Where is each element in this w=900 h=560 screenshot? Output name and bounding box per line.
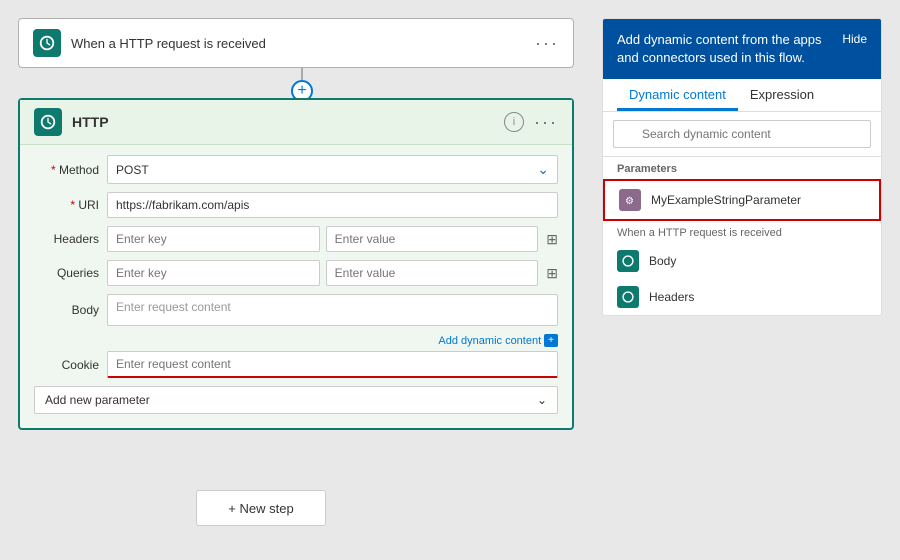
- parameter-item-myexample[interactable]: ⚙ MyExampleStringParameter: [603, 179, 881, 221]
- connector-line-top: [301, 68, 303, 80]
- queries-label: Queries: [34, 266, 99, 280]
- method-select[interactable]: POST ⌄: [107, 155, 558, 184]
- uri-label: URI: [34, 198, 99, 212]
- tab-dynamic-content-label: Dynamic content: [629, 87, 726, 102]
- queries-table-icon[interactable]: ⊞: [546, 265, 558, 282]
- headers-row: Headers ⊞: [34, 226, 558, 252]
- parameter-item-icon: ⚙: [619, 189, 641, 211]
- add-dynamic-row: Add dynamic content +: [34, 334, 558, 347]
- method-chevron-icon: ⌄: [537, 161, 549, 178]
- trigger-block: When a HTTP request is received ···: [18, 18, 574, 68]
- trigger-icon: [33, 29, 61, 57]
- body-label: Body: [34, 303, 99, 317]
- dynamic-badge: +: [544, 334, 558, 347]
- panel-body-label: Body: [649, 254, 676, 268]
- panel-header: Add dynamic content from the apps and co…: [603, 19, 881, 79]
- panel-body-item[interactable]: Body: [603, 243, 881, 279]
- tab-expression[interactable]: Expression: [738, 79, 826, 111]
- http-title: HTTP: [72, 114, 494, 130]
- queries-inputs: [107, 260, 538, 286]
- headers-inputs: [107, 226, 538, 252]
- queries-key-input[interactable]: [107, 260, 320, 286]
- svg-text:⚙: ⚙: [625, 196, 634, 207]
- uri-input[interactable]: [107, 192, 558, 218]
- parameters-section-label: Parameters: [603, 157, 881, 179]
- add-dynamic-button[interactable]: Add dynamic content +: [438, 334, 558, 347]
- cookie-label: Cookie: [34, 358, 99, 372]
- method-row: Method POST ⌄: [34, 155, 558, 184]
- http-more-button[interactable]: ···: [534, 112, 558, 133]
- add-param-row: Add new parameter ⌄: [34, 386, 558, 414]
- tab-dynamic-content[interactable]: Dynamic content: [617, 79, 738, 111]
- trigger-more-button[interactable]: ···: [535, 33, 559, 54]
- search-input[interactable]: [613, 120, 871, 148]
- http-block: HTTP i ··· Method POST ⌄ URI Headers: [18, 98, 574, 430]
- panel-tabs: Dynamic content Expression: [603, 79, 881, 112]
- headers-key-input[interactable]: [107, 226, 320, 252]
- tab-expression-label: Expression: [750, 87, 814, 102]
- add-dynamic-label: Add dynamic content: [438, 335, 541, 347]
- add-param-label: Add new parameter: [45, 393, 150, 407]
- http-header: HTTP i ···: [20, 100, 572, 145]
- uri-row: URI: [34, 192, 558, 218]
- headers-value-input[interactable]: [326, 226, 539, 252]
- panel-search-area: 🔍: [603, 112, 881, 157]
- panel-body-icon: [617, 250, 639, 272]
- panel-header-text: Add dynamic content from the apps and co…: [617, 31, 834, 67]
- body-row: Body Enter request content: [34, 294, 558, 326]
- headers-table-icon[interactable]: ⊞: [546, 231, 558, 248]
- panel-headers-label: Headers: [649, 290, 694, 304]
- http-icon: [34, 108, 62, 136]
- queries-value-input[interactable]: [326, 260, 539, 286]
- cookie-input[interactable]: [107, 351, 558, 378]
- dynamic-content-panel: Add dynamic content from the apps and co…: [602, 18, 882, 316]
- method-label: Method: [34, 163, 99, 177]
- cookie-row: Cookie: [34, 351, 558, 378]
- body-input[interactable]: Enter request content: [107, 294, 558, 326]
- http-trigger-section-label: When a HTTP request is received: [603, 221, 881, 243]
- http-form-body: Method POST ⌄ URI Headers ⊞: [20, 145, 572, 428]
- http-info-button[interactable]: i: [504, 112, 524, 132]
- method-value: POST: [116, 163, 149, 177]
- add-param-chevron-icon: ⌄: [537, 393, 547, 407]
- panel-hide-button[interactable]: Hide: [842, 31, 867, 46]
- panel-headers-item[interactable]: Headers: [603, 279, 881, 315]
- parameter-item-label: MyExampleStringParameter: [651, 193, 801, 207]
- add-param-select[interactable]: Add new parameter ⌄: [34, 386, 558, 414]
- new-step-button[interactable]: + New step: [196, 490, 326, 526]
- search-wrapper: 🔍: [613, 120, 871, 148]
- queries-row: Queries ⊞: [34, 260, 558, 286]
- canvas: When a HTTP request is received ··· + HT…: [0, 0, 900, 560]
- panel-headers-icon: [617, 286, 639, 308]
- headers-label: Headers: [34, 232, 99, 246]
- trigger-title: When a HTTP request is received: [71, 36, 525, 51]
